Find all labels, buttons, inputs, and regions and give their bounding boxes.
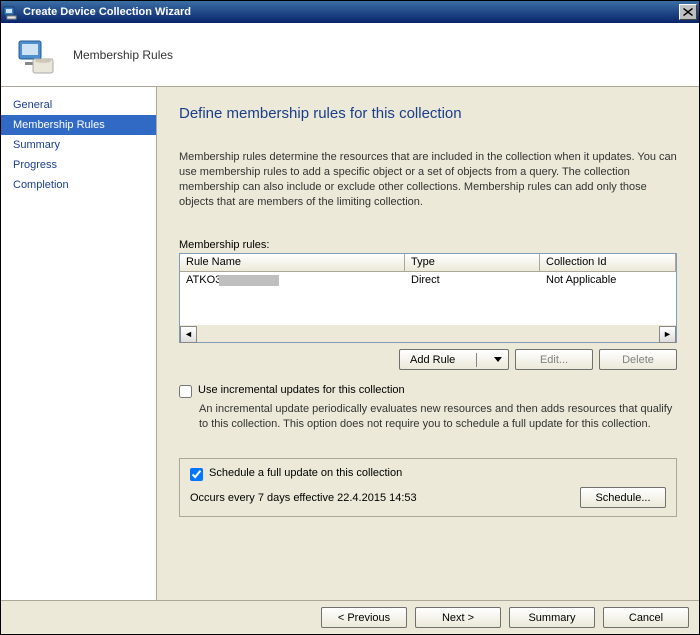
wizard-footer: < Previous Next > Summary Cancel — [1, 600, 699, 634]
edit-button: Edit... — [515, 349, 593, 370]
col-type[interactable]: Type — [405, 254, 540, 271]
app-icon — [3, 4, 19, 20]
titlebar[interactable]: Create Device Collection Wizard — [1, 1, 699, 23]
cell-cid: Not Applicable — [540, 273, 676, 287]
incremental-desc: An incremental update periodically evalu… — [199, 402, 677, 432]
chevron-down-icon — [494, 357, 502, 362]
incremental-checkbox[interactable] — [179, 385, 192, 398]
wizard-header: Membership Rules — [1, 23, 699, 87]
sidebar-item-summary[interactable]: Summary — [1, 135, 156, 155]
sidebar-item-progress[interactable]: Progress — [1, 155, 156, 175]
page-description: Membership rules determine the resources… — [179, 150, 677, 209]
cell-rule-name: ATKO3 — [180, 273, 405, 287]
summary-button[interactable]: Summary — [509, 607, 595, 628]
col-rule-name[interactable]: Rule Name — [180, 254, 405, 271]
incremental-row: Use incremental updates for this collect… — [179, 384, 677, 398]
header-icon — [15, 35, 55, 75]
add-rule-button[interactable]: Add Rule — [399, 349, 509, 370]
schedule-group: Schedule a full update on this collectio… — [179, 458, 677, 517]
sidebar: General Membership Rules Summary Progres… — [1, 87, 157, 600]
schedule-checkbox[interactable] — [190, 468, 203, 481]
incremental-label: Use incremental updates for this collect… — [198, 384, 405, 396]
rules-toolbar: Add Rule Edit... Delete — [179, 349, 677, 370]
wizard-body: General Membership Rules Summary Progres… — [1, 87, 699, 600]
cell-type: Direct — [405, 273, 540, 287]
page-heading: Define membership rules for this collect… — [179, 105, 677, 122]
scroll-right-icon[interactable]: ► — [659, 326, 676, 343]
table-row[interactable]: ATKO3 Direct Not Applicable — [180, 272, 676, 288]
content-pane: Define membership rules for this collect… — [157, 87, 699, 600]
schedule-button[interactable]: Schedule... — [580, 487, 666, 508]
grid-body: ATKO3 Direct Not Applicable — [180, 272, 676, 324]
rules-grid[interactable]: Rule Name Type Collection Id ATKO3 Direc… — [179, 253, 677, 343]
sidebar-item-completion[interactable]: Completion — [1, 175, 156, 195]
wizard-window: Create Device Collection Wizard Membersh… — [0, 0, 700, 635]
close-button[interactable] — [679, 4, 697, 20]
scroll-left-icon[interactable]: ◄ — [180, 326, 197, 343]
header-title: Membership Rules — [73, 48, 173, 62]
sidebar-item-membership-rules[interactable]: Membership Rules — [1, 115, 156, 135]
next-button[interactable]: Next > — [415, 607, 501, 628]
cancel-button[interactable]: Cancel — [603, 607, 689, 628]
redacted-text — [219, 275, 279, 286]
col-collection-id[interactable]: Collection Id — [540, 254, 676, 271]
schedule-label: Schedule a full update on this collectio… — [209, 467, 402, 479]
window-title: Create Device Collection Wizard — [23, 6, 679, 18]
grid-header: Rule Name Type Collection Id — [180, 254, 676, 272]
add-rule-label: Add Rule — [410, 354, 455, 366]
previous-button[interactable]: < Previous — [321, 607, 407, 628]
delete-button: Delete — [599, 349, 677, 370]
schedule-text: Occurs every 7 days effective 22.4.2015 … — [190, 492, 417, 504]
horizontal-scrollbar[interactable]: ◄ ► — [180, 325, 676, 342]
rules-label: Membership rules: — [179, 239, 677, 251]
sidebar-item-general[interactable]: General — [1, 95, 156, 115]
